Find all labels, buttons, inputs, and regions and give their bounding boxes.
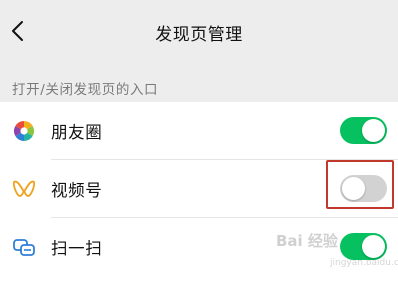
header-bar: 发现页管理	[0, 0, 398, 64]
list-item-label: 扫一扫	[51, 239, 103, 258]
list-item-label: 朋友圈	[51, 123, 103, 142]
list-item-label: 视频号	[51, 181, 103, 200]
toggle-knob	[362, 235, 385, 258]
watermark-url: jingyan.baidu.com	[330, 258, 398, 268]
channels-icon	[12, 180, 36, 197]
highlight-box	[326, 160, 394, 209]
watermark: Bai 经验	[276, 232, 338, 250]
moments-icon	[14, 121, 34, 141]
scan-toggle[interactable]	[340, 233, 387, 260]
moments-toggle[interactable]	[340, 117, 387, 144]
toggle-knob	[362, 119, 385, 142]
section-label: 打开/关闭发现页的入口	[12, 82, 159, 98]
page-title: 发现页管理	[155, 25, 243, 45]
scan-icon	[13, 239, 35, 256]
list-item-moments[interactable]: 朋友圈	[0, 102, 398, 159]
